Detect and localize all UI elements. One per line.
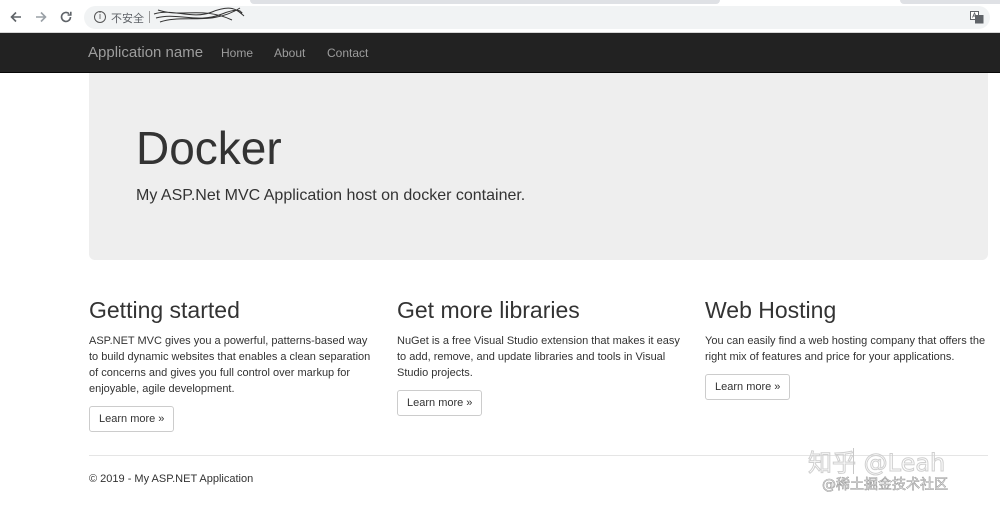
brand-link[interactable]: Application name (88, 44, 203, 61)
column-heading: Get more libraries (397, 297, 580, 323)
column-heading: Web Hosting (705, 297, 837, 323)
learn-more-button[interactable]: Learn more » (705, 374, 791, 401)
insecure-label: 不安全 (111, 12, 144, 25)
learn-more-button[interactable]: Learn more » (89, 406, 175, 433)
learn-more-button[interactable]: Learn more » (397, 390, 483, 417)
translate-icon[interactable] (970, 11, 984, 24)
tab-strip-edge (250, 0, 720, 4)
column-body: NuGet is a free Visual Studio extension … (397, 335, 680, 380)
redacted-url-scribble (153, 7, 245, 23)
column-getting-started: Getting started ASP.NET MVC gives you a … (89, 297, 379, 433)
column-body: ASP.NET MVC gives you a powerful, patter… (89, 335, 371, 396)
forward-arrow-icon[interactable] (32, 8, 50, 26)
nav-link-home[interactable]: Home (221, 46, 253, 60)
column-get-more-libraries: Get more libraries NuGet is a free Visua… (397, 297, 687, 417)
tab-strip-edge-right (900, 0, 1000, 4)
lead-text: My ASP.Net MVC Application host on docke… (136, 187, 526, 204)
browser-toolbar: i 不安全 (0, 0, 1000, 33)
column-web-hosting: Web Hosting You can easily find a web ho… (705, 297, 995, 401)
nav-link-about[interactable]: About (274, 46, 305, 60)
watermark-line2: @稀土掘金技术社区 (822, 477, 948, 493)
jumbotron: Docker My ASP.Net MVC Application host o… (89, 73, 988, 260)
back-arrow-icon[interactable] (7, 8, 25, 26)
column-heading: Getting started (89, 297, 240, 323)
page-title: Docker (136, 122, 282, 174)
url-separator (149, 11, 150, 23)
nav-link-contact[interactable]: Contact (327, 46, 368, 60)
info-icon[interactable]: i (94, 11, 106, 23)
watermark-line1: 知乎 @Leah (808, 449, 945, 477)
watermark: 知乎 @Leah @稀土掘金技术社区 (808, 449, 949, 494)
footer-copyright: © 2019 - My ASP.NET Application (89, 473, 254, 485)
site-navbar: Application name Home About Contact (0, 33, 1000, 73)
column-body: You can easily find a web hosting compan… (705, 335, 986, 364)
reload-icon[interactable] (57, 8, 75, 26)
